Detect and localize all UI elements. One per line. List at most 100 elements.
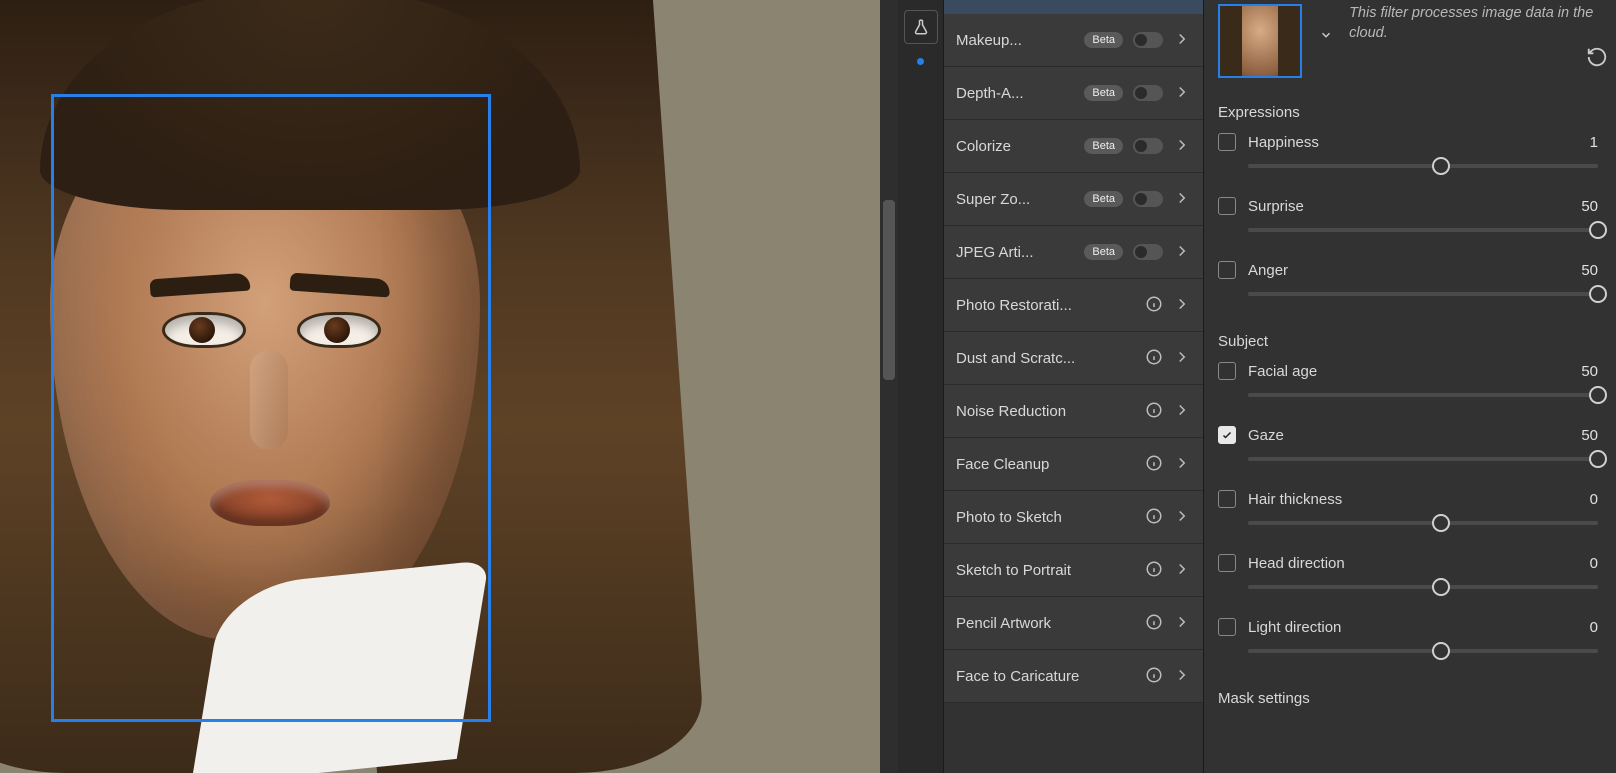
canvas-area[interactable] <box>0 0 880 773</box>
slider-track[interactable] <box>1248 638 1598 664</box>
slider-thumb[interactable] <box>1589 221 1607 239</box>
slider-value[interactable]: 50 <box>1578 363 1598 380</box>
filter-label: Face to Caricature <box>956 668 1135 685</box>
slider-thumb[interactable] <box>1589 386 1607 404</box>
filter-toggle[interactable] <box>1133 244 1163 260</box>
slider-checkbox[interactable] <box>1218 261 1236 279</box>
slider-row: Head direction0 <box>1218 554 1598 600</box>
filter-label: Colorize <box>956 138 1074 155</box>
filter-label: Photo Restorati... <box>956 297 1135 314</box>
slider-track[interactable] <box>1248 382 1598 408</box>
slider-track[interactable] <box>1248 217 1598 243</box>
filter-label: Dust and Scratc... <box>956 350 1135 367</box>
slider-value[interactable]: 0 <box>1578 491 1598 508</box>
slider-value[interactable]: 0 <box>1578 619 1598 636</box>
filter-toggle[interactable] <box>1133 32 1163 48</box>
filter-toggle[interactable] <box>1133 138 1163 154</box>
face-detection-box[interactable] <box>51 94 491 722</box>
filter-row[interactable]: Photo Restorati... <box>944 279 1203 332</box>
slider-checkbox[interactable] <box>1218 133 1236 151</box>
chevron-right-icon[interactable] <box>1173 136 1191 157</box>
slider-value[interactable]: 50 <box>1578 198 1598 215</box>
filter-toggle[interactable] <box>1133 191 1163 207</box>
slider-value[interactable]: 50 <box>1578 262 1598 279</box>
chevron-right-icon[interactable] <box>1173 242 1191 263</box>
filter-row[interactable]: Pencil Artwork <box>944 597 1203 650</box>
filter-list-panel: Makeup...BetaDepth-A...BetaColorizeBetaS… <box>944 0 1204 773</box>
slider-thumb[interactable] <box>1589 450 1607 468</box>
slider-label: Facial age <box>1248 363 1566 380</box>
chevron-right-icon[interactable] <box>1173 507 1191 528</box>
face-thumbnail[interactable] <box>1218 4 1302 78</box>
slider-label: Gaze <box>1248 427 1566 444</box>
slider-value[interactable]: 50 <box>1578 427 1598 444</box>
chevron-right-icon[interactable] <box>1173 83 1191 104</box>
chevron-right-icon[interactable] <box>1173 401 1191 422</box>
tool-rail <box>898 0 944 773</box>
flask-icon[interactable] <box>904 10 938 44</box>
slider-value[interactable]: 1 <box>1578 134 1598 151</box>
slider-track[interactable] <box>1248 281 1598 307</box>
info-icon[interactable] <box>1145 560 1163 581</box>
info-icon[interactable] <box>1145 613 1163 634</box>
reset-icon[interactable] <box>1586 46 1608 71</box>
slider-thumb[interactable] <box>1432 578 1450 596</box>
info-icon[interactable] <box>1145 348 1163 369</box>
filter-row[interactable]: Face Cleanup <box>944 438 1203 491</box>
canvas-scrollbar[interactable] <box>880 0 898 773</box>
filter-row[interactable]: Noise Reduction <box>944 385 1203 438</box>
chevron-right-icon[interactable] <box>1173 295 1191 316</box>
filter-row[interactable]: Depth-A...Beta <box>944 67 1203 120</box>
filter-row[interactable]: Face to Caricature <box>944 650 1203 703</box>
chevron-right-icon[interactable] <box>1173 189 1191 210</box>
info-icon[interactable] <box>1145 401 1163 422</box>
slider-label: Surprise <box>1248 198 1566 215</box>
slider-checkbox[interactable] <box>1218 618 1236 636</box>
face-dropdown[interactable] <box>1316 24 1335 46</box>
slider-checkbox[interactable] <box>1218 490 1236 508</box>
slider-track[interactable] <box>1248 153 1598 179</box>
info-icon[interactable] <box>1145 507 1163 528</box>
beta-badge: Beta <box>1084 244 1123 260</box>
chevron-right-icon[interactable] <box>1173 30 1191 51</box>
filter-label: JPEG Arti... <box>956 244 1074 261</box>
filter-toggle[interactable] <box>1133 85 1163 101</box>
filter-row[interactable]: Super Zo...Beta <box>944 173 1203 226</box>
filter-label: Face Cleanup <box>956 456 1135 473</box>
filter-row[interactable]: ColorizeBeta <box>944 120 1203 173</box>
info-icon[interactable] <box>1145 666 1163 687</box>
slider-thumb[interactable] <box>1589 285 1607 303</box>
chevron-right-icon[interactable] <box>1173 348 1191 369</box>
filter-row[interactable]: Dust and Scratc... <box>944 332 1203 385</box>
filter-label: Super Zo... <box>956 191 1074 208</box>
chevron-right-icon[interactable] <box>1173 454 1191 475</box>
filter-row[interactable]: Photo to Sketch <box>944 491 1203 544</box>
slider-row: Surprise 50 <box>1218 197 1598 243</box>
slider-track[interactable] <box>1248 510 1598 536</box>
chevron-right-icon[interactable] <box>1173 560 1191 581</box>
filter-row[interactable]: Makeup...Beta <box>944 14 1203 67</box>
filter-row[interactable]: JPEG Arti... Beta <box>944 226 1203 279</box>
slider-label: Hair thickness <box>1248 491 1566 508</box>
slider-thumb[interactable] <box>1432 514 1450 532</box>
slider-row: Anger50 <box>1218 261 1598 307</box>
slider-thumb[interactable] <box>1432 642 1450 660</box>
properties-panel: This filter processes image data in the … <box>1204 0 1616 773</box>
slider-checkbox[interactable] <box>1218 554 1236 572</box>
filter-row[interactable]: Sketch to Portrait <box>944 544 1203 597</box>
slider-label: Happiness <box>1248 134 1566 151</box>
info-icon[interactable] <box>1145 454 1163 475</box>
slider-thumb[interactable] <box>1432 157 1450 175</box>
chevron-right-icon[interactable] <box>1173 613 1191 634</box>
slider-checkbox[interactable] <box>1218 362 1236 380</box>
slider-track[interactable] <box>1248 574 1598 600</box>
cloud-processing-note: This filter processes image data in the … <box>1349 4 1598 43</box>
slider-value[interactable]: 0 <box>1578 555 1598 572</box>
slider-row: Gaze 50 <box>1218 426 1598 472</box>
info-icon[interactable] <box>1145 295 1163 316</box>
chevron-right-icon[interactable] <box>1173 666 1191 687</box>
selected-filter-header[interactable] <box>944 0 1203 14</box>
slider-track[interactable] <box>1248 446 1598 472</box>
slider-checkbox[interactable] <box>1218 426 1236 444</box>
slider-checkbox[interactable] <box>1218 197 1236 215</box>
